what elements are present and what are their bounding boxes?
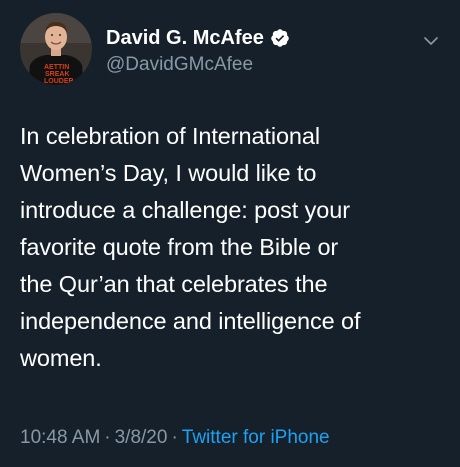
svg-text:AETTIN: AETTIN: [44, 64, 69, 71]
tweet-date[interactable]: 3/8/20: [115, 427, 168, 448]
tweet-card: AETTIN SREAK LOUDER David G. McAfee @Dav…: [0, 0, 460, 467]
name-row: David G. McAfee: [106, 25, 290, 51]
avatar[interactable]: AETTIN SREAK LOUDER: [20, 13, 92, 85]
svg-text:LOUDER: LOUDER: [44, 78, 74, 85]
tweet-text: In celebration of International Women’s …: [20, 123, 361, 371]
avatar-image: AETTIN SREAK LOUDER: [20, 13, 92, 85]
meta-separator: ·: [104, 427, 111, 448]
display-name[interactable]: David G. McAfee: [106, 27, 264, 50]
meta-separator: ·: [171, 427, 178, 448]
tweet-time[interactable]: 10:48 AM: [20, 427, 100, 448]
chevron-down-icon[interactable]: [424, 33, 438, 45]
author-block: David G. McAfee @DavidGMcAfee: [106, 25, 290, 76]
tweet-meta: 10:48 AM · 3/8/20 · Twitter for iPhone: [20, 427, 330, 449]
verified-badge-icon: [270, 28, 290, 48]
tweet-source-link[interactable]: Twitter for iPhone: [182, 427, 330, 448]
svg-text:SREAK: SREAK: [45, 71, 70, 78]
handle[interactable]: @DavidGMcAfee: [106, 54, 290, 76]
